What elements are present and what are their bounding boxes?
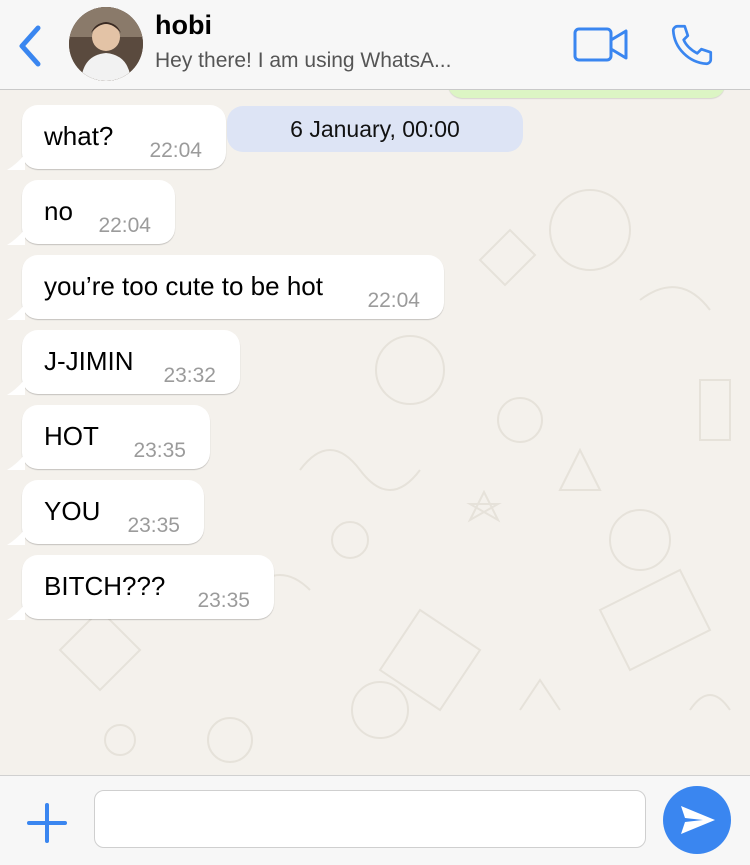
chat-area[interactable]: 6 January, 00:00 what? 22:04 no 22:04 yo… bbox=[0, 90, 750, 775]
date-separator: 6 January, 00:00 bbox=[227, 106, 523, 152]
video-call-button[interactable] bbox=[573, 26, 629, 64]
outgoing-message-partial bbox=[448, 90, 725, 98]
message-bubble[interactable]: what? 22:04 bbox=[7, 105, 226, 170]
contact-status[interactable]: Hey there! I am using WhatsA... bbox=[155, 49, 451, 73]
message-text: J-JIMIN bbox=[44, 346, 134, 376]
send-button[interactable] bbox=[663, 786, 731, 854]
message-time: 23:32 bbox=[163, 364, 216, 387]
phone-icon bbox=[671, 24, 713, 66]
message-bubble[interactable]: J-JIMIN 23:32 bbox=[7, 330, 240, 395]
message-text: BITCH??? bbox=[44, 571, 166, 601]
avatar[interactable] bbox=[69, 7, 143, 81]
contact-name[interactable]: hobi bbox=[155, 10, 212, 41]
message-text: HOT bbox=[44, 421, 99, 451]
message-time: 22:04 bbox=[149, 139, 202, 162]
message-bubble[interactable]: HOT 23:35 bbox=[7, 405, 210, 470]
message-time: 22:04 bbox=[367, 289, 420, 312]
message-time: 23:35 bbox=[127, 514, 180, 537]
voice-call-button[interactable] bbox=[666, 20, 718, 70]
message-input[interactable] bbox=[94, 790, 646, 848]
message-text: you’re too cute to be hot bbox=[44, 271, 323, 301]
message-time: 23:35 bbox=[197, 589, 250, 612]
chat-header: hobi Hey there! I am using WhatsA... bbox=[0, 0, 750, 90]
attach-button[interactable] bbox=[26, 802, 68, 844]
message-bubble[interactable]: you’re too cute to be hot 22:04 bbox=[7, 255, 444, 320]
message-bubble[interactable]: BITCH??? 23:35 bbox=[7, 555, 274, 620]
composer-bar bbox=[0, 775, 750, 865]
back-chevron-icon bbox=[19, 25, 41, 67]
message-text: what? bbox=[44, 121, 114, 151]
message-time: 22:04 bbox=[98, 214, 151, 237]
back-button[interactable] bbox=[14, 24, 46, 68]
plus-icon bbox=[27, 803, 67, 843]
send-icon bbox=[681, 806, 715, 834]
message-text: YOU bbox=[44, 496, 101, 526]
message-text: no bbox=[44, 196, 73, 226]
message-time: 23:35 bbox=[133, 439, 186, 462]
video-call-icon bbox=[573, 27, 628, 62]
message-bubble[interactable]: no 22:04 bbox=[7, 180, 175, 245]
message-bubble[interactable]: YOU 23:35 bbox=[7, 480, 204, 545]
